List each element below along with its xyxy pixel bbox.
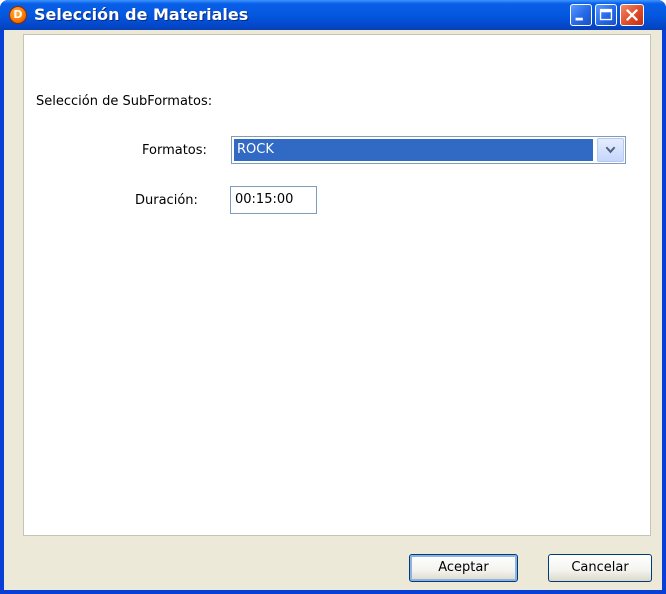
content-panel [23, 34, 651, 536]
cancelar-button[interactable]: Cancelar [548, 554, 652, 582]
chevron-down-icon [605, 146, 616, 154]
window-title: Selección de Materiales [34, 5, 249, 24]
close-icon [626, 9, 638, 21]
formatos-selected-value: ROCK [234, 139, 593, 161]
formatos-label: Formatos: [142, 143, 207, 158]
app-icon: D [9, 6, 27, 24]
aceptar-button[interactable]: Aceptar [409, 554, 518, 582]
minimize-button[interactable] [570, 4, 592, 26]
title-bar[interactable]: D Selección de Materiales [0, 0, 666, 30]
maximize-icon [599, 8, 613, 21]
duracion-field[interactable]: 00:15:00 [230, 186, 317, 214]
dialog-window: D Selección de Materiales Selección de S… [0, 0, 666, 594]
window-bottom-border [0, 590, 666, 594]
formatos-dropdown-button[interactable] [597, 138, 624, 162]
close-button[interactable] [620, 4, 644, 26]
maximize-button[interactable] [595, 4, 617, 26]
minimize-icon [575, 17, 583, 21]
duracion-label: Duración: [135, 193, 198, 208]
formatos-select[interactable]: ROCK [231, 136, 626, 164]
subformatos-heading: Selección de SubFormatos: [36, 94, 213, 109]
